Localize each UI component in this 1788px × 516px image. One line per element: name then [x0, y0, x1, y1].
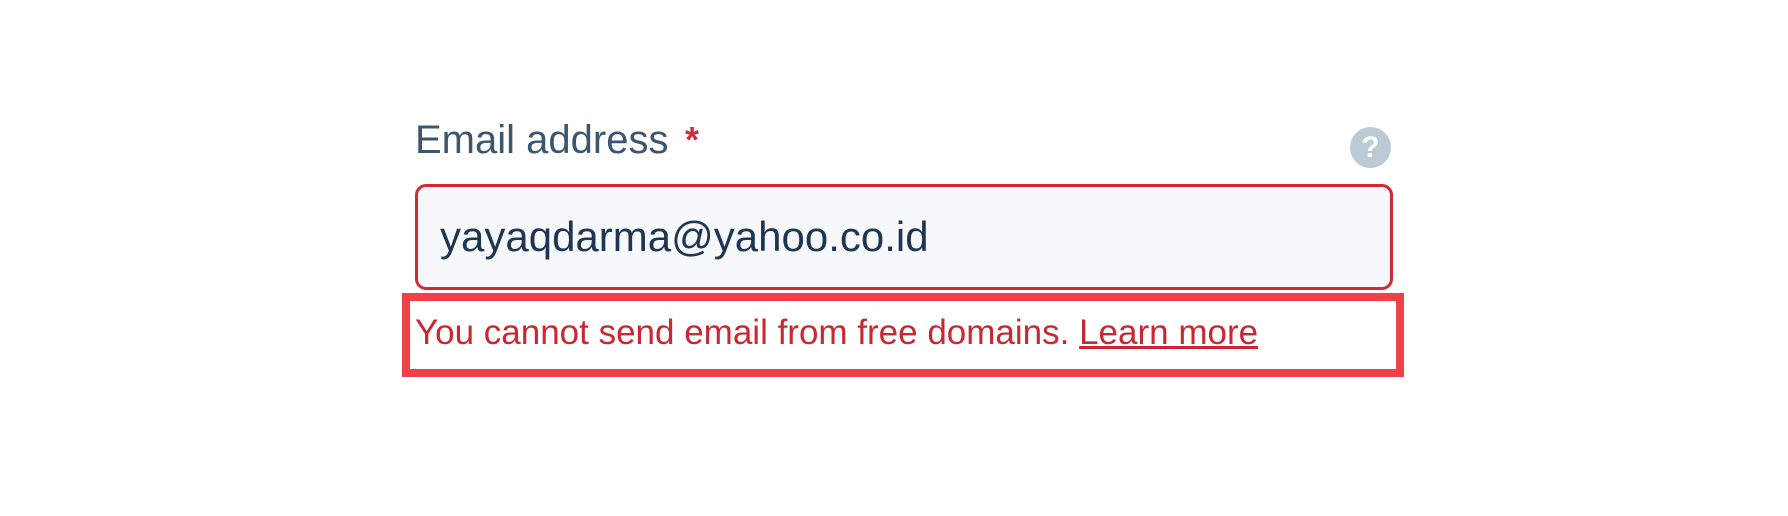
- error-message: You cannot send email from free domains.…: [415, 311, 1258, 355]
- field-header: Email address * ?: [415, 110, 1393, 170]
- learn-more-link[interactable]: Learn more: [1079, 313, 1258, 352]
- email-form-field: Email address * ? You cannot send email …: [402, 110, 1404, 390]
- email-address-label: Email address: [415, 118, 669, 162]
- error-highlight-box: You cannot send email from free domains.…: [402, 293, 1404, 377]
- required-indicator: *: [685, 119, 700, 160]
- error-message-text: You cannot send email from free domains.: [415, 313, 1070, 352]
- email-input[interactable]: [415, 184, 1393, 290]
- help-icon[interactable]: ?: [1350, 127, 1391, 168]
